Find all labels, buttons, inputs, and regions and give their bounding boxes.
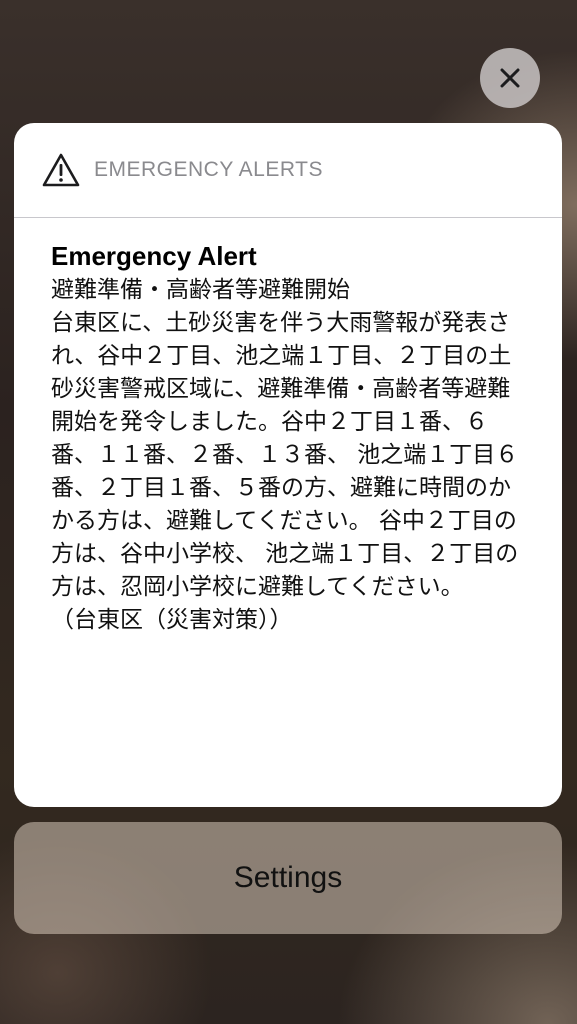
- close-button[interactable]: [480, 48, 540, 108]
- emergency-alert-card: EMERGENCY ALERTS Emergency Alert 避難準備・高齢…: [14, 123, 562, 807]
- warning-triangle-icon: [42, 153, 80, 187]
- close-icon: [500, 68, 520, 88]
- alert-header: EMERGENCY ALERTS: [14, 123, 562, 218]
- settings-button[interactable]: Settings: [14, 822, 562, 934]
- alert-title: Emergency Alert: [51, 241, 257, 271]
- header-label: EMERGENCY ALERTS: [94, 158, 323, 181]
- alert-content: Emergency Alert 避難準備・高齢者等避難開始 台東区に、土砂災害を…: [14, 218, 562, 637]
- alert-message: 避難準備・高齢者等避難開始 台東区に、土砂災害を伴う大雨警報が発表され、谷中２丁…: [51, 277, 519, 633]
